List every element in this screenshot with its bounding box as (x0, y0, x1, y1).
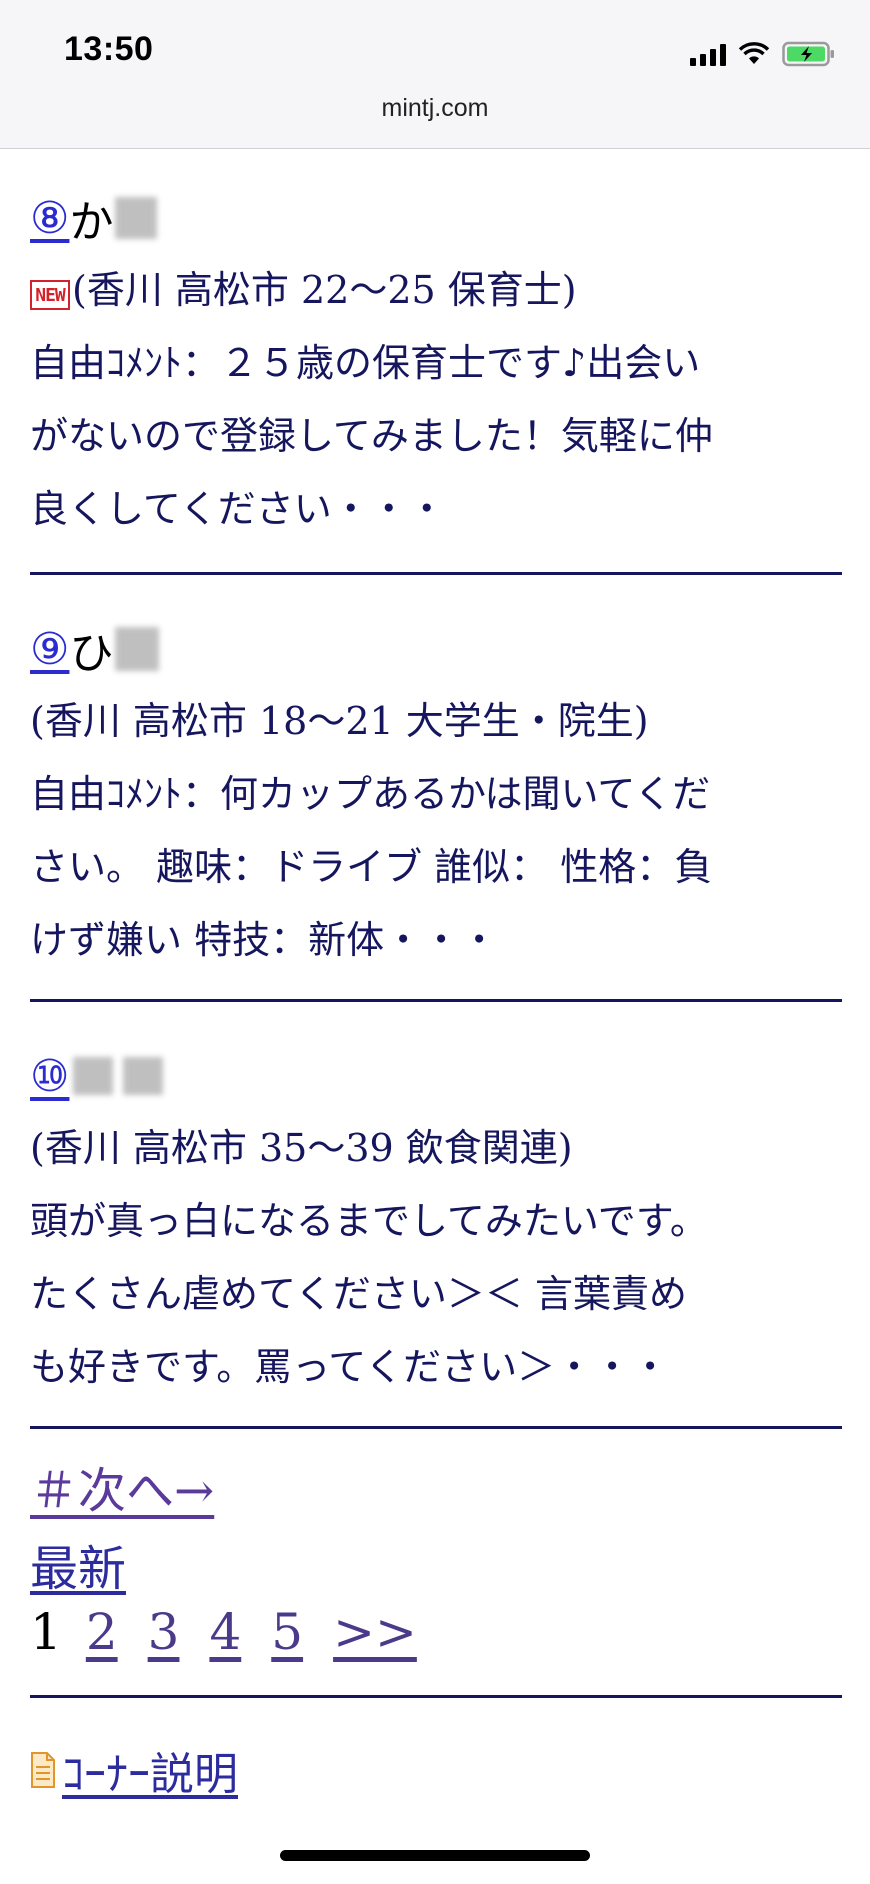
blurred-name-image (123, 1057, 164, 1095)
cellular-signal-icon (690, 42, 726, 66)
latest-link[interactable]: 最新 (30, 1529, 126, 1599)
entry-meta-text: (香川 高松市 22〜25 保育士) (72, 268, 577, 312)
current-page: 1 (30, 1603, 62, 1661)
list-item: ⑩ (香川 高松市 35〜39 飲食関連) 頭が真っ白になるまでしてみたいです。… (30, 1002, 842, 1426)
comment-line: 良くしてください・・・ (30, 487, 446, 531)
list-item: ⑧ か NEW (香川 高松市 22〜25 保育士) 自由ｺﾒﾝﾄ：２５歳の保育士… (30, 148, 842, 572)
corner-description-link[interactable]: ｺｰﾅｰ説明 (30, 1738, 842, 1802)
entry-meta: NEW (香川 高松市 22〜25 保育士) (30, 254, 842, 327)
comment-line: 自由ｺﾒﾝﾄ：何カップあるかは聞いてくだ (30, 772, 711, 816)
entry-comment: 頭が真っ白になるまでしてみたいです。 たくさん虐めてください＞＜ 言葉責め も好… (30, 1185, 842, 1404)
corner-description-label: ｺｰﾅｰ説明 (62, 1749, 238, 1800)
entry-number-link[interactable]: ⑨ (30, 624, 69, 675)
entry-meta: (香川 高松市 18〜21 大学生・院生) (30, 699, 649, 743)
comment-line: も好きです。罵ってください＞・・・ (30, 1345, 670, 1389)
comment-line: たくさん虐めてください＞＜ 言葉責め (30, 1272, 687, 1316)
entry-comment: 自由ｺﾒﾝﾄ：２５歳の保育士です♪出会い がないので登録してみました！気軽に仲 … (30, 327, 842, 546)
page-content: ⑧ か NEW (香川 高松市 22〜25 保育士) 自由ｺﾒﾝﾄ：２５歳の保育士… (30, 148, 842, 1802)
blurred-name-image (115, 627, 160, 671)
list-item: ⑨ ひ (香川 高松市 18〜21 大学生・院生) 自由ｺﾒﾝﾄ：何カップあるか… (30, 575, 842, 999)
entry-name: か (69, 197, 114, 248)
status-icons (690, 38, 836, 70)
comment-line: 頭が真っ白になるまでしてみたいです。 (30, 1199, 708, 1243)
next-page-link[interactable]: ＃次へ→ (30, 1451, 214, 1521)
status-bar: 13:50 mintj.com (0, 0, 870, 149)
page-link-2[interactable]: 2 (86, 1603, 118, 1661)
pager: 1 2 3 4 5 >> (30, 1603, 842, 1681)
page-link-5[interactable]: 5 (271, 1603, 303, 1661)
entry-number-link[interactable]: ⑧ (30, 193, 69, 244)
entry-meta: (香川 高松市 35〜39 飲食関連) (30, 1126, 573, 1170)
entry-number-link[interactable]: ⑩ (30, 1051, 69, 1102)
home-indicator[interactable] (280, 1850, 590, 1861)
new-badge-icon: NEW (30, 280, 70, 310)
pagination-section: ＃次へ→ 最新 1 2 3 4 5 >> (30, 1429, 842, 1695)
entry-name: ひ (69, 628, 114, 679)
comment-line: がないので登録してみました！気軽に仲 (30, 414, 713, 458)
comment-line: 自由ｺﾒﾝﾄ：２５歳の保育士です♪出会い (30, 341, 701, 385)
more-pages-link[interactable]: >> (333, 1603, 417, 1661)
entry-comment: 自由ｺﾒﾝﾄ：何カップあるかは聞いてくだ さい。 趣味：ドライブ 誰似： 性格：… (30, 758, 842, 977)
entry-heading: ⑨ ひ (30, 613, 842, 685)
entry-heading: ⑧ か (30, 182, 842, 254)
wifi-icon (738, 42, 770, 64)
page-link-3[interactable]: 3 (148, 1603, 180, 1661)
entry-heading: ⑩ (30, 1040, 842, 1112)
document-icon (31, 1752, 55, 1788)
blurred-name-image (115, 197, 158, 239)
comment-line: けず嫌い 特技：新体・・・ (30, 918, 499, 962)
address-bar-url[interactable]: mintj.com (0, 94, 870, 123)
battery-charging-icon (782, 41, 834, 67)
blurred-name-image (73, 1057, 114, 1095)
status-time: 13:50 (64, 30, 154, 68)
comment-line: さい。 趣味：ドライブ 誰似： 性格：負 (30, 845, 713, 889)
page-link-4[interactable]: 4 (209, 1603, 241, 1661)
